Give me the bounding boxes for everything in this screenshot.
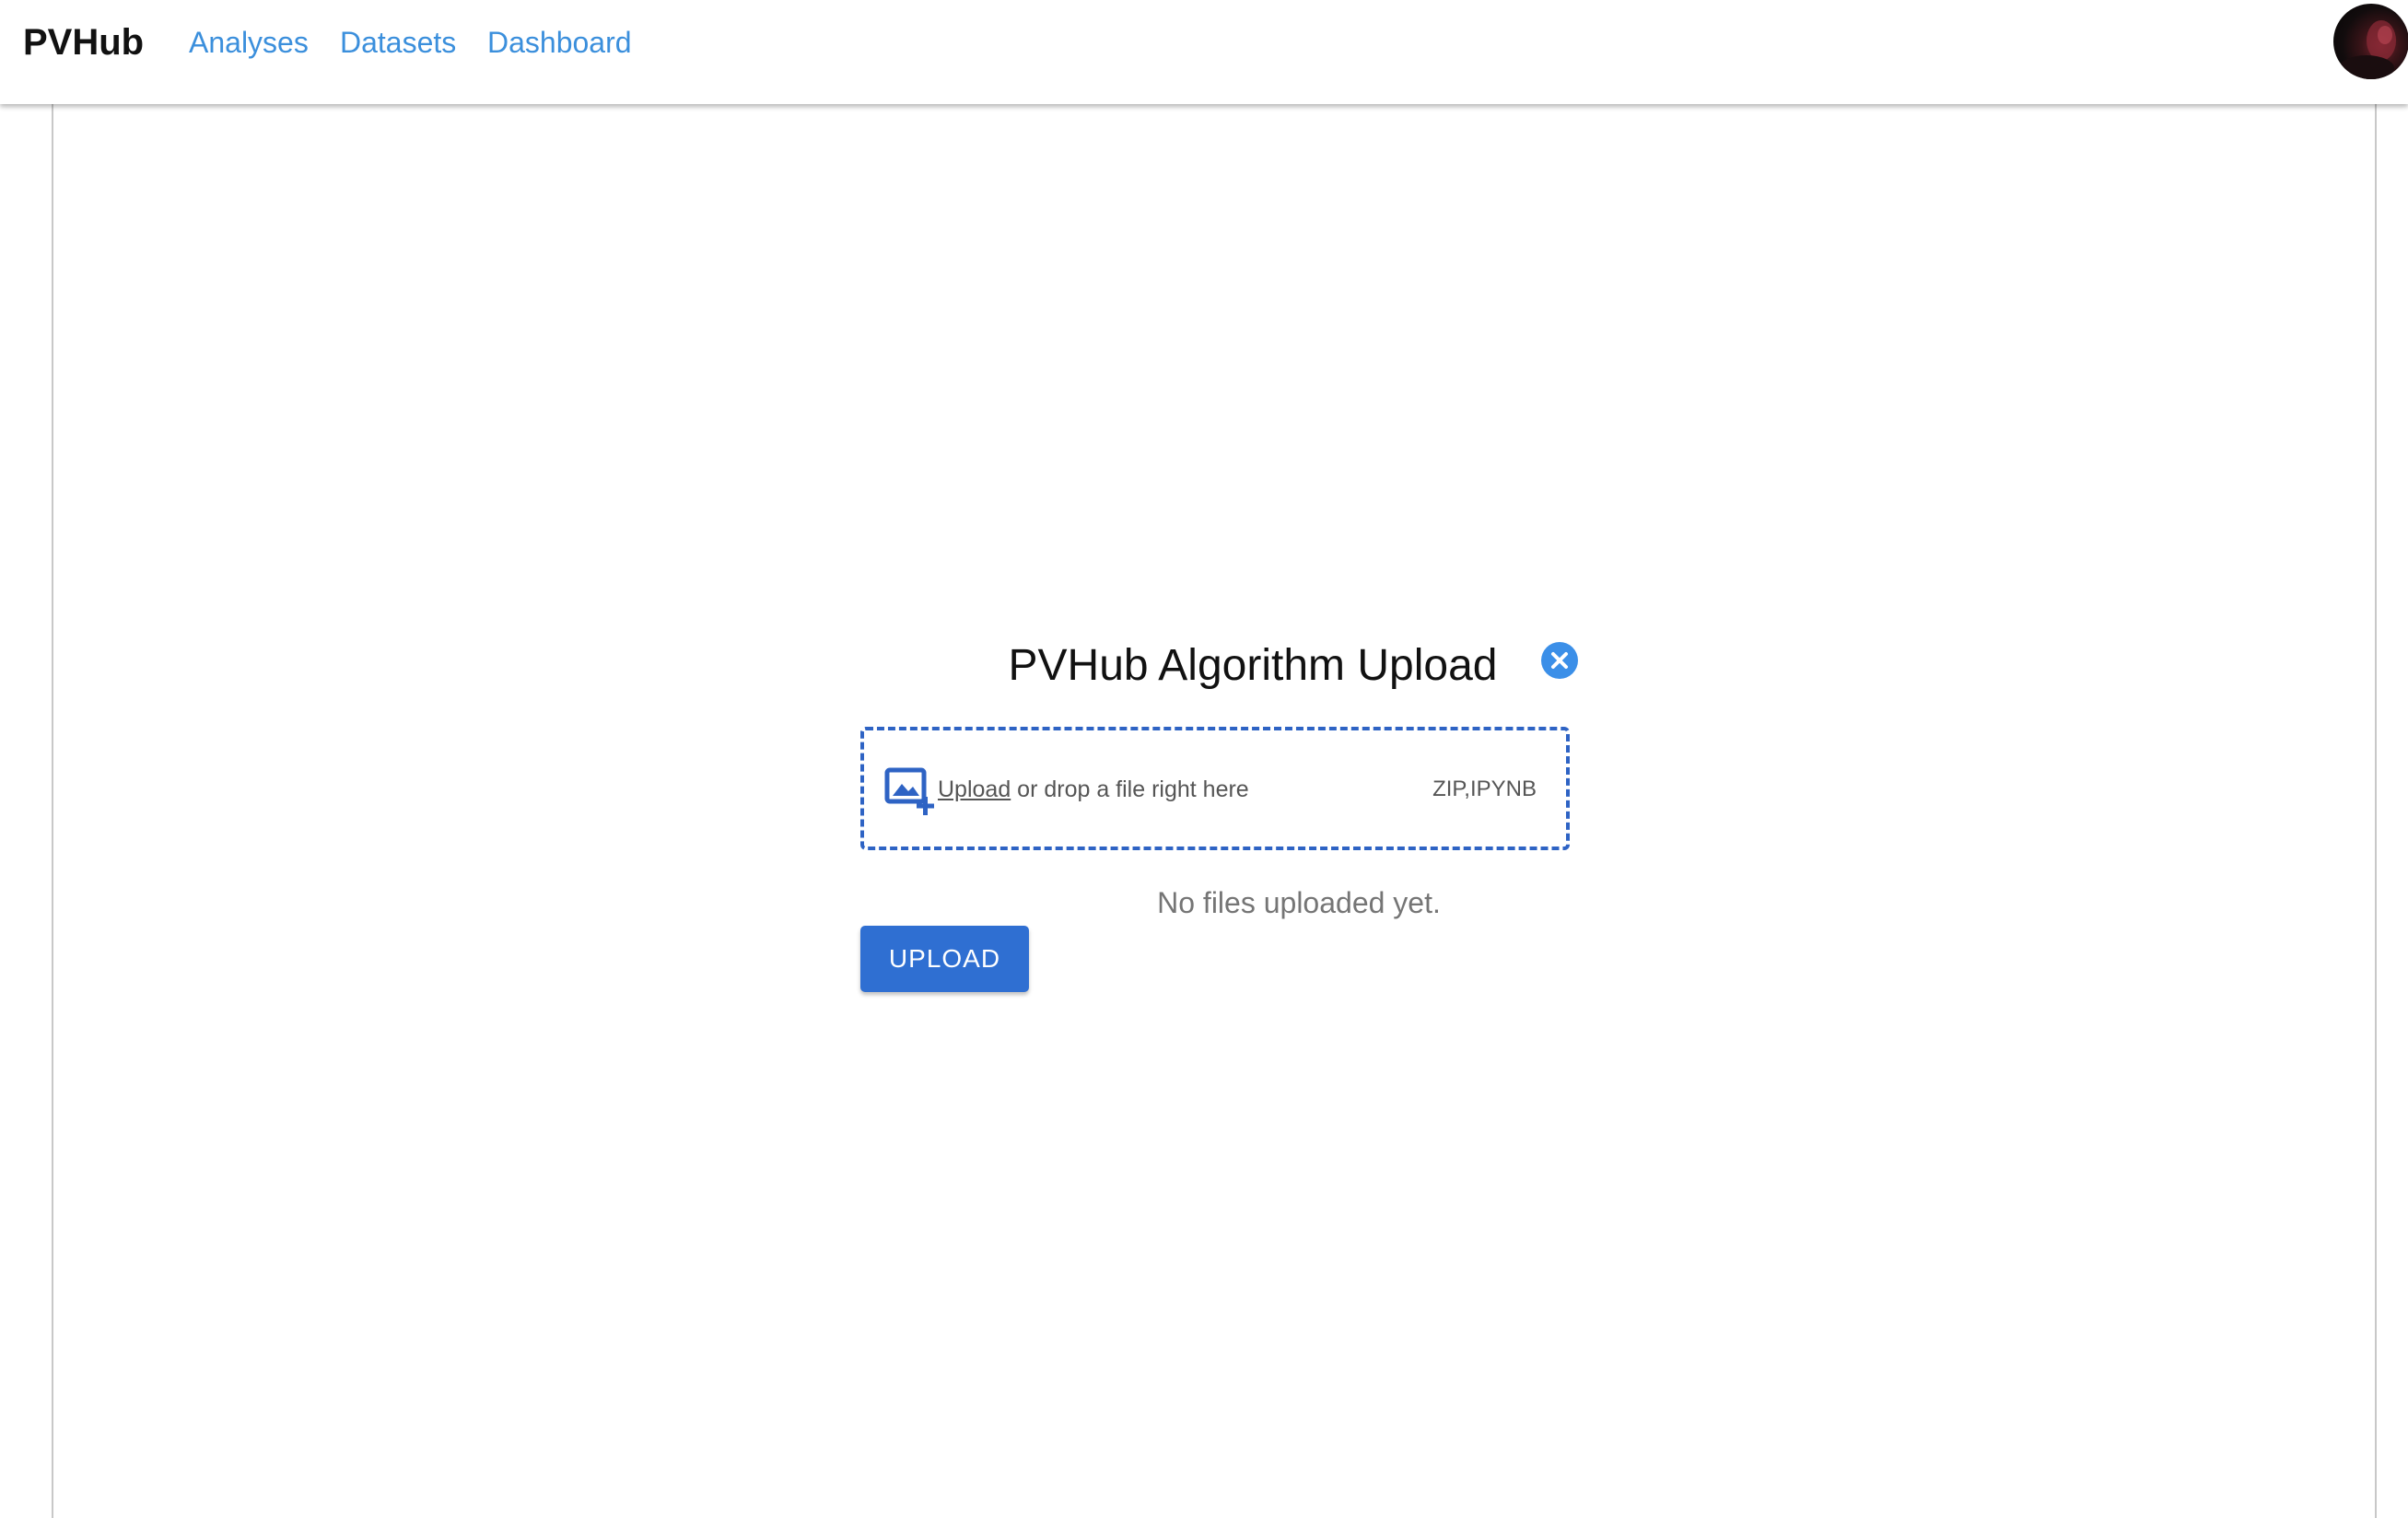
user-avatar[interactable] — [2333, 4, 2408, 79]
top-navbar: PVHub Analyses Datasets Dashboard — [0, 0, 2408, 104]
add-image-icon — [884, 767, 934, 815]
accepted-file-types: ZIP,IPYNB — [1432, 777, 1537, 801]
upload-button[interactable]: UPLOAD — [860, 926, 1029, 992]
upload-status-text: No files uploaded yet. — [1157, 886, 1441, 919]
file-dropzone[interactable]: Upload or drop a file right here ZIP,IPY… — [860, 727, 1570, 850]
avatar-portrait-icon — [2339, 20, 2396, 79]
close-icon[interactable] — [1541, 642, 1578, 679]
upload-link[interactable]: Upload — [938, 777, 1011, 802]
brand-logo[interactable]: PVHub — [23, 20, 144, 64]
dialog-title: PVHub Algorithm Upload — [1008, 641, 1498, 690]
nav-link-analyses[interactable]: Analyses — [189, 22, 309, 63]
nav-link-datasets[interactable]: Datasets — [340, 22, 456, 63]
dropzone-text: Upload or drop a file right here — [938, 771, 1249, 808]
dropzone-hint: or drop a file right here — [1011, 777, 1249, 802]
nav-link-dashboard[interactable]: Dashboard — [487, 22, 632, 63]
